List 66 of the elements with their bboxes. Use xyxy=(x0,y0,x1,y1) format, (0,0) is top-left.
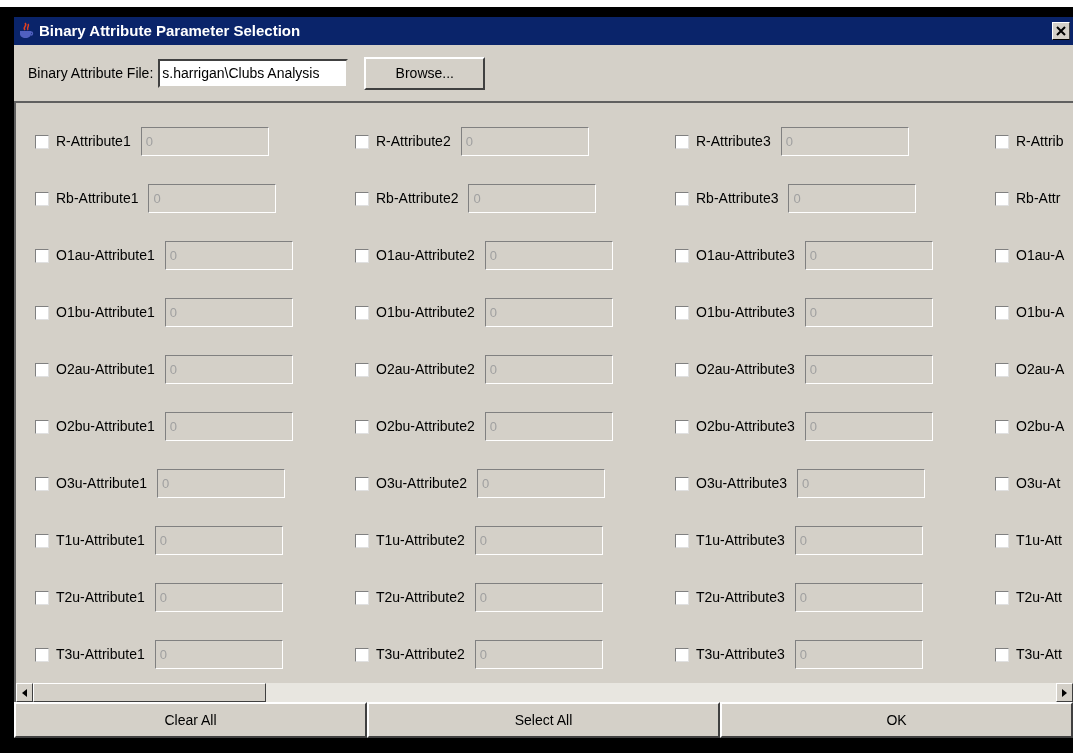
attribute-label: O2au-Attribute1 xyxy=(56,360,155,379)
attribute-label: T2u-Attribute1 xyxy=(56,588,145,607)
file-label: Binary Attribute File: xyxy=(28,63,154,83)
scroll-right-button[interactable] xyxy=(1056,683,1073,702)
checkbox[interactable] xyxy=(995,362,1009,377)
attribute-label: O1au-Attribute1 xyxy=(56,246,155,265)
attribute-label: O1bu-A xyxy=(1016,303,1065,322)
attribute-label: T1u-Attribute1 xyxy=(56,531,145,550)
attribute-label: T3u-Attribute2 xyxy=(376,645,465,664)
attribute-label: T1u-Attribute2 xyxy=(376,531,465,550)
attribute-label: T2u-Att xyxy=(1016,588,1062,607)
attribute-label: O1au-Attribute2 xyxy=(376,246,475,265)
attribute-label: O1bu-Attribute2 xyxy=(376,303,475,322)
attribute-label: O2bu-Attribute2 xyxy=(376,417,475,436)
checkbox[interactable] xyxy=(995,533,1009,548)
checkbox[interactable] xyxy=(995,647,1009,662)
browse-button[interactable]: Browse... xyxy=(364,56,486,90)
attribute-label: Rb-Attribute2 xyxy=(376,189,459,208)
dialog-button[interactable]: OK xyxy=(720,702,1073,738)
dialog-button[interactable]: Select All xyxy=(367,702,720,738)
attribute-label: T3u-Attribute3 xyxy=(696,645,785,664)
checkbox[interactable] xyxy=(995,590,1009,605)
attribute-label: O1bu-Attribute3 xyxy=(696,303,795,322)
left-arrow-icon xyxy=(22,688,27,697)
java-cup-icon xyxy=(17,22,35,40)
attribute-label: Rb-Attribute1 xyxy=(56,189,139,208)
checkbox[interactable] xyxy=(995,191,1009,206)
attribute-label: O2au-Attribute2 xyxy=(376,360,475,379)
file-path-field[interactable]: s.harrigan\Clubs Analysis xyxy=(158,58,349,88)
attribute-label: O2bu-Attribute3 xyxy=(696,417,795,436)
window-title: Binary Attribute Parameter Selection xyxy=(39,20,301,41)
attribute-label: Rb-Attribute3 xyxy=(696,189,779,208)
checkbox[interactable] xyxy=(995,419,1009,434)
attribute-label: O3u-At xyxy=(1016,474,1061,493)
attribute-label: O3u-Attribute2 xyxy=(376,474,468,493)
attribute-label: O2au-A xyxy=(1016,360,1065,379)
attribute-label: R-Attribute3 xyxy=(696,132,771,151)
attribute-label: O1au-Attribute3 xyxy=(696,246,795,265)
attribute-label: O1bu-Attribute1 xyxy=(56,303,155,322)
attribute-label: Rb-Attr xyxy=(1016,189,1061,208)
attribute-label: T1u-Attribute3 xyxy=(696,531,785,550)
close-icon xyxy=(1056,26,1066,36)
checkbox[interactable] xyxy=(995,248,1009,263)
checkbox[interactable] xyxy=(995,134,1009,149)
attribute-label: O2au-Attribute3 xyxy=(696,360,795,379)
attribute-label: O2bu-Attribute1 xyxy=(56,417,155,436)
scroll-left-button[interactable] xyxy=(16,683,33,702)
attribute-label: O3u-Attribute1 xyxy=(56,474,148,493)
attribute-label: T3u-Attribute1 xyxy=(56,645,145,664)
checkbox[interactable] xyxy=(995,305,1009,320)
attribute-label: T2u-Attribute3 xyxy=(696,588,785,607)
attribute-label: O3u-Attribute3 xyxy=(696,474,788,493)
attribute-label: T3u-Att xyxy=(1016,645,1062,664)
attribute-label: O1au-A xyxy=(1016,246,1065,265)
attribute-label: R-Attrib xyxy=(1016,132,1064,151)
attribute-label: R-Attribute1 xyxy=(56,132,131,151)
attribute-label: T1u-Att xyxy=(1016,531,1062,550)
attribute-label: T2u-Attribute2 xyxy=(376,588,465,607)
right-arrow-icon xyxy=(1062,688,1067,697)
close-button[interactable] xyxy=(1052,22,1070,40)
dialog-button[interactable]: Clear All xyxy=(14,702,367,738)
horizontal-scrollbar[interactable] xyxy=(16,683,1073,702)
scrollbar-thumb[interactable] xyxy=(33,683,266,702)
attribute-label: R-Attribute2 xyxy=(376,132,451,151)
checkbox[interactable] xyxy=(995,476,1009,491)
attribute-label: O2bu-A xyxy=(1016,417,1065,436)
